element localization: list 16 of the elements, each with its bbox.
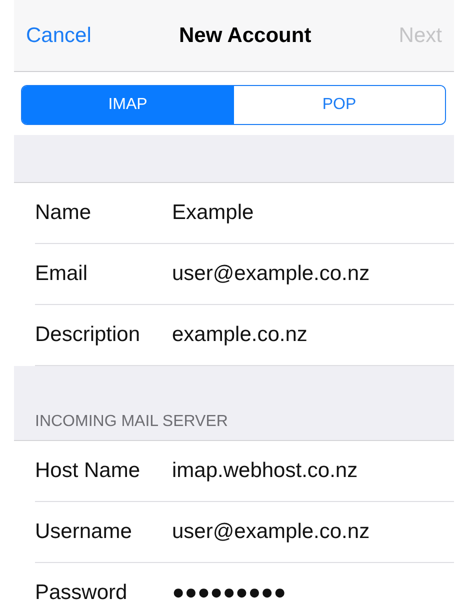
field-label: Password (35, 581, 128, 605)
field-label: Email (35, 262, 89, 286)
field-label: Host Name (35, 459, 142, 483)
field-value[interactable]: ●●●●●●●●● (172, 581, 286, 605)
field-value[interactable]: user@example.co.nz (172, 262, 370, 286)
cancel-button[interactable]: Cancel (26, 24, 92, 48)
field-value[interactable]: user@example.co.nz (172, 520, 370, 544)
field-value[interactable]: example.co.nz (172, 323, 308, 347)
screen-title: New Account (178, 24, 312, 48)
field-value[interactable]: Example (172, 201, 254, 225)
field-label: Username (35, 520, 133, 544)
field-label: Name (35, 201, 92, 225)
section-title: INCOMING MAIL SERVER (35, 413, 228, 431)
field-value[interactable]: imap.webhost.co.nz (172, 459, 358, 483)
segment-tab[interactable]: IMAP (22, 86, 234, 124)
field-label: Description (35, 323, 142, 347)
